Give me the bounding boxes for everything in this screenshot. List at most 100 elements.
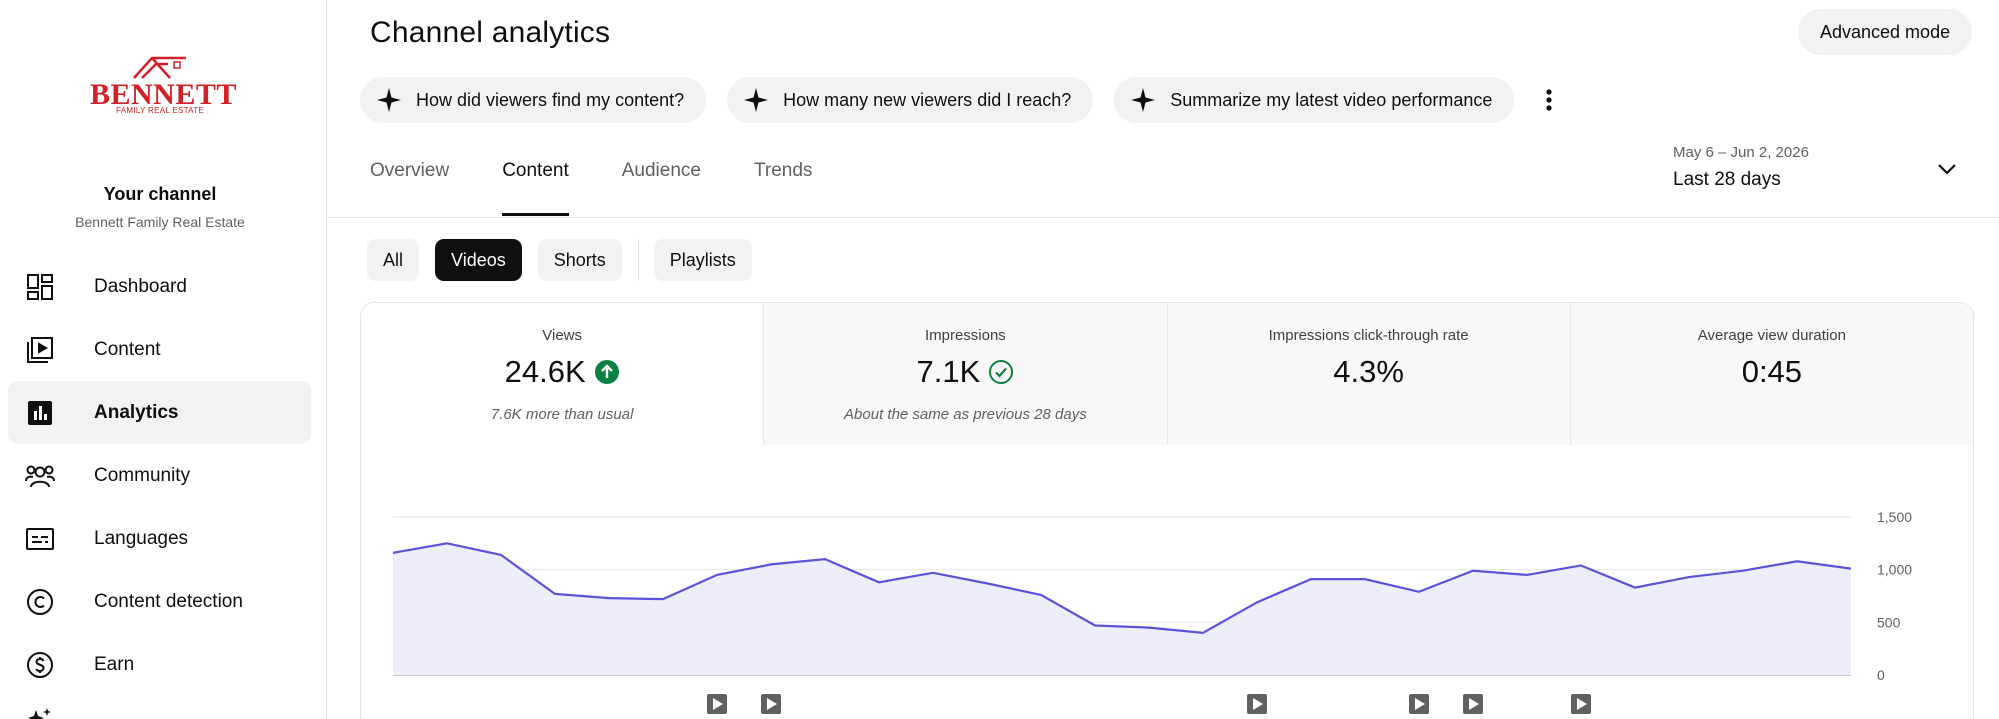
data-point	[876, 579, 882, 585]
metric-value-row: 24.6K	[361, 354, 763, 390]
advanced-mode-button[interactable]: Advanced mode	[1798, 9, 1973, 55]
sidebar-item-analytics[interactable]: Analytics	[8, 381, 311, 444]
sidebar-item-label: Community	[94, 464, 191, 486]
data-point	[1524, 572, 1530, 578]
copyright-icon	[24, 586, 56, 618]
y-tick-label: 1,500	[1877, 509, 1912, 525]
metric-label: Impressions	[924, 327, 1006, 344]
data-point	[1416, 589, 1422, 595]
tab-trends[interactable]: Trends	[754, 160, 812, 216]
data-point	[1794, 558, 1800, 564]
data-point	[930, 570, 936, 576]
metric-note: 7.6K more than usual	[490, 406, 634, 423]
channel-title: Your channel	[103, 184, 217, 204]
metric-value-row: 0:45	[1571, 354, 1973, 390]
chevron-down-icon[interactable]	[1936, 158, 1958, 180]
data-point	[1146, 625, 1152, 631]
sidebar-item-label: Earn	[94, 653, 135, 675]
metric-tiles: Views 24.6K 7.6K more than usual Impress…	[361, 303, 1973, 445]
suggestion-chips: How did viewers find my content? How man…	[360, 77, 1569, 123]
data-point	[1578, 562, 1584, 568]
tab-audience[interactable]: Audience	[622, 160, 701, 216]
y-tick-label: 1,000	[1877, 562, 1912, 578]
data-point	[1470, 568, 1476, 574]
data-point	[444, 540, 450, 546]
date-range: May 6 – Jun 2, 2026	[1673, 144, 1809, 161]
data-point	[498, 552, 504, 558]
dollar-icon	[24, 649, 56, 681]
analytics-icon	[24, 397, 56, 429]
date-range-picker[interactable]: May 6 – Jun 2, 2026 Last 28 days	[1673, 144, 1809, 191]
tab-overview[interactable]: Overview	[370, 160, 449, 216]
data-point	[1200, 630, 1206, 636]
metric-note: About the same as previous 28 days	[844, 406, 1087, 423]
data-point	[1254, 599, 1260, 605]
main-content: Channel analytics Advanced mode How did …	[328, 0, 1999, 719]
filter-playlists[interactable]: Playlists	[653, 239, 752, 281]
data-point	[1038, 592, 1044, 598]
dashboard-icon	[24, 271, 56, 303]
metric-value-row: 7.1K	[764, 354, 1166, 390]
sidebar-item-community[interactable]: Community	[8, 444, 311, 507]
data-point	[1092, 622, 1098, 628]
filter-shorts[interactable]: Shorts	[537, 239, 622, 281]
sidebar-item-content[interactable]: Content	[8, 318, 311, 381]
channel-logo: BENNETT FAMILY REAL ESTATE	[90, 52, 236, 118]
metric-impressions[interactable]: Impressions 7.1K About the same as previ…	[763, 303, 1167, 445]
metric-avg-view-duration[interactable]: Average view duration 0:45	[1569, 303, 1973, 445]
sidebar-item-more[interactable]	[8, 696, 311, 719]
sparkle-icon	[1131, 88, 1156, 112]
metric-value: 24.6K	[504, 354, 586, 389]
sidebar-item-earn[interactable]: Earn	[8, 633, 311, 696]
suggestion-chip[interactable]: Summarize my latest video performance	[1114, 77, 1515, 123]
content-icon	[24, 334, 56, 366]
y-tick-label: 500	[1877, 614, 1901, 630]
app-root: BENNETT FAMILY REAL ESTATE Your channel …	[0, 0, 1999, 719]
check-circle-icon	[989, 360, 1014, 384]
data-point	[390, 550, 396, 556]
content-type-filters: All Videos Shorts Playlists	[367, 239, 768, 281]
data-point	[1740, 568, 1746, 574]
date-period: Last 28 days	[1673, 169, 1781, 190]
data-point	[606, 595, 612, 601]
arrow-up-circle-icon	[594, 360, 619, 384]
page-title: Channel analytics	[370, 16, 611, 49]
filter-all[interactable]: All	[367, 239, 420, 281]
metric-value: 0:45	[1741, 354, 1803, 389]
subtitles-icon	[24, 523, 56, 555]
sparkle-icon	[377, 88, 401, 112]
data-point	[1308, 576, 1314, 582]
filter-videos[interactable]: Videos	[435, 239, 522, 281]
sidebar-item-label: Analytics	[94, 401, 179, 423]
filter-divider	[637, 239, 639, 281]
metric-label: Average view duration	[1697, 327, 1846, 344]
metric-ctr[interactable]: Impressions click-through rate 4.3%	[1166, 303, 1570, 445]
sidebar-item-label: Dashboard	[94, 275, 187, 297]
sidebar-item-label: Content detection	[94, 590, 243, 612]
sidebar-nav: Dashboard Content Analytics Community La…	[8, 255, 311, 719]
sidebar-item-dashboard[interactable]: Dashboard	[8, 255, 311, 318]
suggestion-chip[interactable]: How many new viewers did I reach?	[727, 77, 1094, 123]
y-tick-label: 0	[1877, 667, 1885, 683]
community-icon	[24, 460, 56, 492]
metrics-card: Views 24.6K 7.6K more than usual Impress…	[360, 302, 1974, 719]
data-point	[1362, 576, 1368, 582]
data-point	[1632, 585, 1638, 591]
data-point	[714, 572, 720, 578]
sidebar-item-content-detection[interactable]: Content detection	[8, 570, 311, 633]
tab-content[interactable]: Content	[502, 160, 569, 216]
tabs-divider	[328, 217, 1999, 218]
views-chart[interactable]: 0 500 1,000 1,500	[361, 445, 1974, 719]
metric-views[interactable]: Views 24.6K 7.6K more than usual	[361, 303, 764, 445]
data-point	[768, 561, 774, 567]
metric-label: Impressions click-through rate	[1268, 327, 1469, 344]
data-point	[1848, 566, 1854, 572]
sparkle-icon	[24, 706, 56, 719]
sidebar-item-languages[interactable]: Languages	[8, 507, 311, 570]
suggestion-chip[interactable]: How did viewers find my content?	[360, 77, 707, 123]
metric-label: Views	[542, 327, 582, 344]
analytics-tabs: Overview Content Audience Trends	[370, 160, 865, 216]
data-point	[660, 596, 666, 602]
data-point	[1686, 574, 1692, 580]
more-options-button[interactable]	[1529, 80, 1569, 120]
